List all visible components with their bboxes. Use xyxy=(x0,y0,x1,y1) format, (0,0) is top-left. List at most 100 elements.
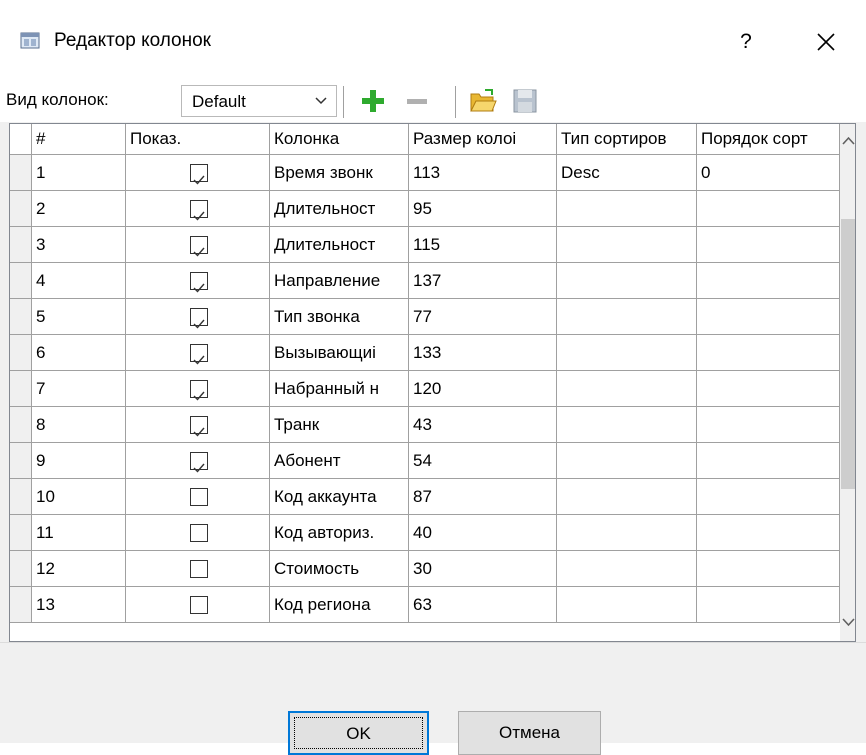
cell-sort-order[interactable] xyxy=(697,443,840,479)
cell-number[interactable]: 3 xyxy=(32,227,126,263)
cell-number[interactable]: 12 xyxy=(32,551,126,587)
add-icon[interactable] xyxy=(358,86,388,116)
row-selector[interactable] xyxy=(10,479,32,515)
cell-size[interactable]: 115 xyxy=(409,227,557,263)
cell-size[interactable]: 30 xyxy=(409,551,557,587)
row-selector[interactable] xyxy=(10,155,32,191)
table-row[interactable]: 11 Код авториз. 40 xyxy=(10,515,840,551)
cell-sort-type[interactable] xyxy=(557,191,697,227)
show-checkbox[interactable] xyxy=(190,560,208,578)
cell-sort-type[interactable] xyxy=(557,227,697,263)
row-selector[interactable] xyxy=(10,335,32,371)
cell-number[interactable]: 5 xyxy=(32,299,126,335)
cell-sort-type[interactable] xyxy=(557,551,697,587)
cell-sort-type[interactable] xyxy=(557,371,697,407)
show-checkbox[interactable] xyxy=(190,380,208,401)
cell-sort-type[interactable] xyxy=(557,299,697,335)
cell-size[interactable]: 87 xyxy=(409,479,557,515)
save-icon[interactable] xyxy=(510,86,540,116)
header-sort-order[interactable]: Порядок сорт xyxy=(697,124,840,155)
cell-number[interactable]: 4 xyxy=(32,263,126,299)
close-button[interactable] xyxy=(804,22,848,62)
cell-number[interactable]: 6 xyxy=(32,335,126,371)
header-show[interactable]: Показ. xyxy=(126,124,270,155)
row-selector[interactable] xyxy=(10,587,32,623)
cell-size[interactable]: 137 xyxy=(409,263,557,299)
cell-sort-type[interactable] xyxy=(557,587,697,623)
table-row[interactable]: 7 Набранный н 120 xyxy=(10,371,840,407)
header-size[interactable]: Размер колоі xyxy=(409,124,557,155)
cell-number[interactable]: 1 xyxy=(32,155,126,191)
cell-number[interactable]: 10 xyxy=(32,479,126,515)
show-checkbox[interactable] xyxy=(190,308,208,329)
cell-sort-order[interactable] xyxy=(697,191,840,227)
cell-sort-type[interactable]: Desc xyxy=(557,155,697,191)
cell-number[interactable]: 13 xyxy=(32,587,126,623)
cell-column[interactable]: Транк xyxy=(270,407,409,443)
show-checkbox[interactable] xyxy=(190,272,208,293)
cell-show[interactable] xyxy=(126,263,270,299)
cell-size[interactable]: 43 xyxy=(409,407,557,443)
row-selector[interactable] xyxy=(10,443,32,479)
cell-column[interactable]: Набранный н xyxy=(270,371,409,407)
scroll-down-icon[interactable] xyxy=(840,612,856,632)
row-selector[interactable] xyxy=(10,263,32,299)
show-checkbox[interactable] xyxy=(190,236,208,257)
table-row[interactable]: 6 Вызывающиі 133 xyxy=(10,335,840,371)
table-row[interactable]: 4 Направление 137 xyxy=(10,263,840,299)
cell-column[interactable]: Код аккаунта xyxy=(270,479,409,515)
cell-size[interactable]: 40 xyxy=(409,515,557,551)
show-checkbox[interactable] xyxy=(190,524,208,542)
cell-sort-type[interactable] xyxy=(557,515,697,551)
header-sort-type[interactable]: Тип сортиров xyxy=(557,124,697,155)
cell-size[interactable]: 63 xyxy=(409,587,557,623)
vertical-scrollbar[interactable] xyxy=(840,124,856,641)
cancel-button[interactable]: Отмена xyxy=(458,711,601,755)
cell-number[interactable]: 9 xyxy=(32,443,126,479)
cell-sort-order[interactable]: 0 xyxy=(697,155,840,191)
cell-column[interactable]: Стоимость xyxy=(270,551,409,587)
cell-column[interactable]: Код авториз. xyxy=(270,515,409,551)
show-checkbox[interactable] xyxy=(190,164,208,185)
table-row[interactable]: 2 Длительност 95 xyxy=(10,191,840,227)
cell-show[interactable] xyxy=(126,407,270,443)
cell-column[interactable]: Тип звонка xyxy=(270,299,409,335)
help-button[interactable]: ? xyxy=(728,22,764,62)
cell-column[interactable]: Длительност xyxy=(270,191,409,227)
cell-sort-order[interactable] xyxy=(697,515,840,551)
cell-size[interactable]: 133 xyxy=(409,335,557,371)
table-row[interactable]: 5 Тип звонка 77 xyxy=(10,299,840,335)
cell-show[interactable] xyxy=(126,191,270,227)
cell-sort-type[interactable] xyxy=(557,335,697,371)
header-column[interactable]: Колонка xyxy=(270,124,409,155)
scroll-up-icon[interactable] xyxy=(840,132,856,152)
cell-sort-order[interactable] xyxy=(697,263,840,299)
scroll-thumb[interactable] xyxy=(841,219,855,489)
row-selector[interactable] xyxy=(10,191,32,227)
cell-sort-type[interactable] xyxy=(557,407,697,443)
cell-show[interactable] xyxy=(126,443,270,479)
cell-sort-order[interactable] xyxy=(697,371,840,407)
cell-sort-order[interactable] xyxy=(697,479,840,515)
table-row[interactable]: 3 Длительност 115 xyxy=(10,227,840,263)
cell-show[interactable] xyxy=(126,479,270,515)
cell-show[interactable] xyxy=(126,371,270,407)
cell-column[interactable]: Абонент xyxy=(270,443,409,479)
show-checkbox[interactable] xyxy=(190,416,208,437)
row-selector[interactable] xyxy=(10,551,32,587)
cell-sort-type[interactable] xyxy=(557,479,697,515)
show-checkbox[interactable] xyxy=(190,596,208,614)
cell-sort-order[interactable] xyxy=(697,227,840,263)
cell-size[interactable]: 120 xyxy=(409,371,557,407)
cell-sort-order[interactable] xyxy=(697,587,840,623)
table-row[interactable]: 8 Транк 43 xyxy=(10,407,840,443)
cell-size[interactable]: 54 xyxy=(409,443,557,479)
cell-show[interactable] xyxy=(126,335,270,371)
table-row[interactable]: 12 Стоимость 30 xyxy=(10,551,840,587)
row-selector[interactable] xyxy=(10,299,32,335)
cell-number[interactable]: 2 xyxy=(32,191,126,227)
cell-column[interactable]: Время звонк xyxy=(270,155,409,191)
cell-size[interactable]: 77 xyxy=(409,299,557,335)
cell-show[interactable] xyxy=(126,551,270,587)
cell-number[interactable]: 8 xyxy=(32,407,126,443)
